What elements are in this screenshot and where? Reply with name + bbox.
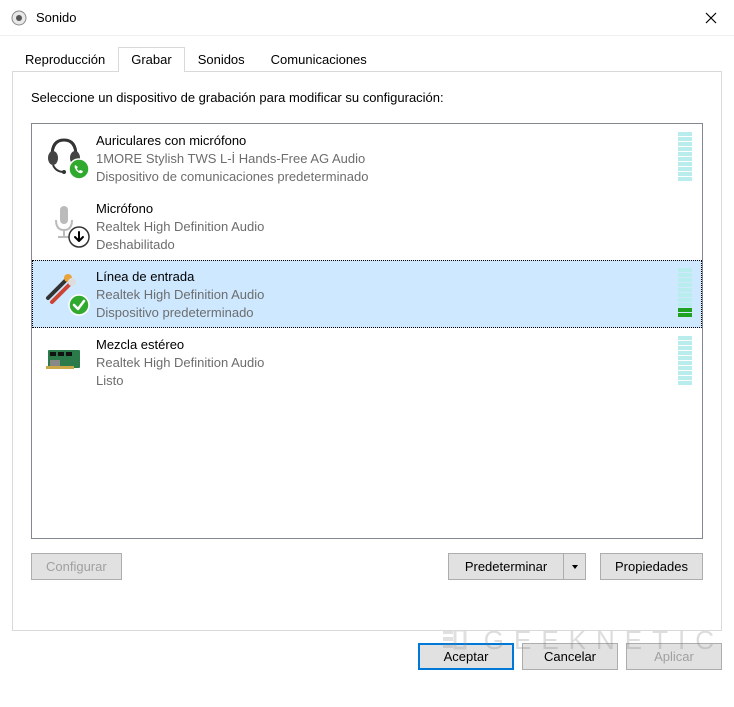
phone-badge-icon bbox=[68, 158, 90, 180]
properties-button[interactable]: Propiedades bbox=[600, 553, 703, 580]
line-in-icon bbox=[42, 268, 86, 312]
soundcard-icon bbox=[42, 336, 86, 380]
device-name: Línea de entrada bbox=[96, 268, 672, 286]
vu-meter bbox=[678, 132, 692, 181]
panel-instruction: Seleccione un dispositivo de grabación p… bbox=[31, 90, 703, 105]
device-row-stereo-mix[interactable]: Mezcla estéreo Realtek High Definition A… bbox=[32, 328, 702, 396]
device-driver: 1MORE Stylish TWS L-İ Hands-Free AG Audi… bbox=[96, 150, 672, 168]
window-title: Sonido bbox=[36, 10, 688, 25]
device-name: Micrófono bbox=[96, 200, 672, 218]
device-driver: Realtek High Definition Audio bbox=[96, 286, 672, 304]
device-status: Dispositivo de comunicaciones predetermi… bbox=[96, 168, 672, 186]
default-check-badge-icon bbox=[68, 294, 90, 316]
device-driver: Realtek High Definition Audio bbox=[96, 218, 672, 236]
tab-panel-grabar: Seleccione un dispositivo de grabación p… bbox=[12, 71, 722, 631]
recording-device-list[interactable]: Auriculares con micrófono 1MORE Stylish … bbox=[31, 123, 703, 539]
window-close-button[interactable] bbox=[688, 0, 734, 36]
device-row-microphone[interactable]: Micrófono Realtek High Definition Audio … bbox=[32, 192, 702, 260]
tab-reproduccion[interactable]: Reproducción bbox=[12, 47, 118, 72]
cancel-button[interactable]: Cancelar bbox=[522, 643, 618, 670]
apply-button[interactable]: Aplicar bbox=[626, 643, 722, 670]
tab-comunicaciones[interactable]: Comunicaciones bbox=[258, 47, 380, 72]
window-titlebar: Sonido bbox=[0, 0, 734, 36]
device-driver: Realtek High Definition Audio bbox=[96, 354, 672, 372]
ok-button[interactable]: Aceptar bbox=[418, 643, 514, 670]
set-default-button[interactable]: Predeterminar bbox=[448, 553, 564, 580]
disabled-badge-icon bbox=[68, 226, 90, 248]
configure-button[interactable]: Configurar bbox=[31, 553, 122, 580]
vu-meter bbox=[678, 268, 692, 317]
device-name: Mezcla estéreo bbox=[96, 336, 672, 354]
device-row-line-in[interactable]: Línea de entrada Realtek High Definition… bbox=[32, 260, 702, 328]
tab-grabar[interactable]: Grabar bbox=[118, 47, 184, 72]
device-status: Deshabilitado bbox=[96, 236, 672, 254]
window-icon bbox=[10, 9, 28, 27]
dialog-button-row: Aceptar Cancelar Aplicar bbox=[0, 631, 734, 670]
device-row-headset[interactable]: Auriculares con micrófono 1MORE Stylish … bbox=[32, 124, 702, 192]
tab-strip: Reproducción Grabar Sonidos Comunicacion… bbox=[12, 44, 722, 72]
device-status: Dispositivo predeterminado bbox=[96, 304, 672, 322]
microphone-icon bbox=[42, 200, 86, 244]
set-default-split-button[interactable]: Predeterminar bbox=[448, 553, 586, 580]
tab-sonidos[interactable]: Sonidos bbox=[185, 47, 258, 72]
panel-button-row: Configurar Predeterminar Propiedades bbox=[31, 553, 703, 580]
device-status: Listo bbox=[96, 372, 672, 390]
device-name: Auriculares con micrófono bbox=[96, 132, 672, 150]
vu-meter bbox=[678, 336, 692, 385]
set-default-dropdown[interactable] bbox=[564, 553, 586, 580]
headset-icon bbox=[42, 132, 86, 176]
